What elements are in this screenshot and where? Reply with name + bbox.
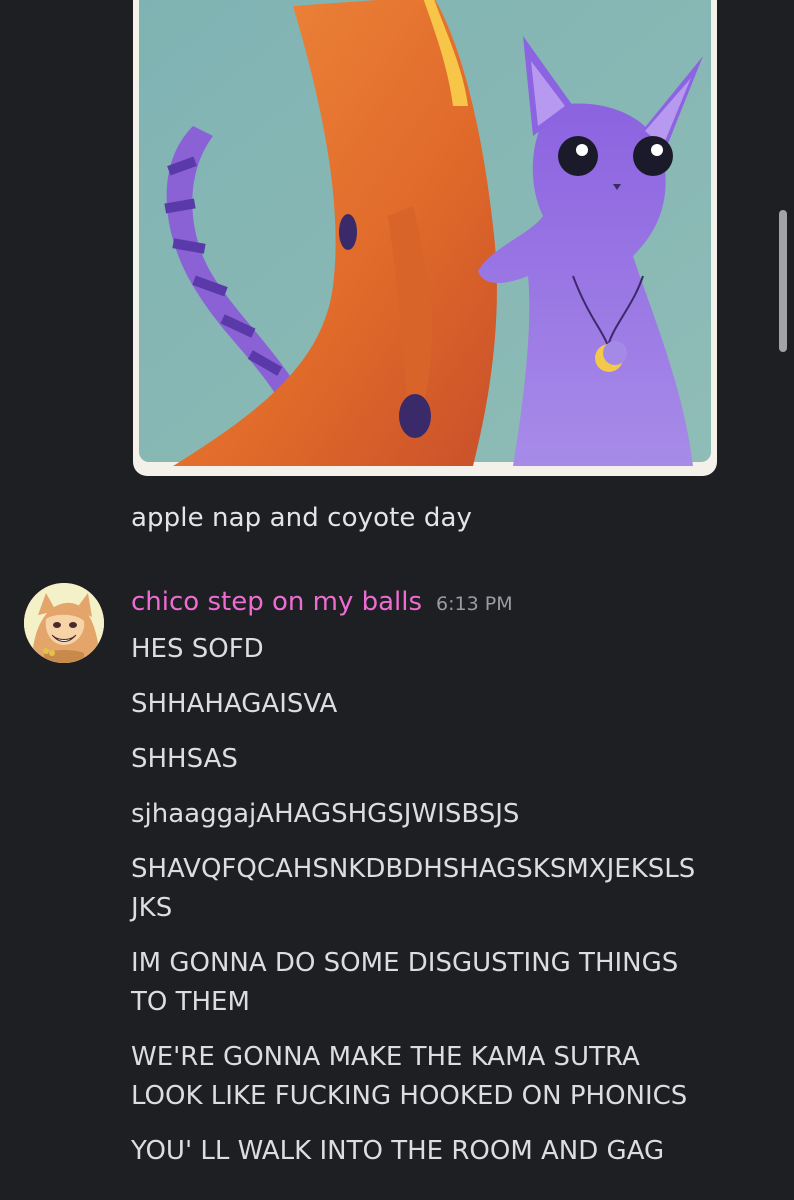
attachment-caption: apple nap and coyote day: [131, 503, 472, 533]
image-attachment[interactable]: [133, 0, 717, 476]
message-list: HES SOFD SHHAHAGAISVA SHHSAS sjhaaggajAH…: [131, 630, 771, 1187]
timestamp: 6:13 PM: [436, 593, 513, 615]
message-text[interactable]: WE'RE GONNA MAKE THE KAMA SUTRA LOOK LIK…: [131, 1038, 771, 1116]
message-text[interactable]: SHHSAS: [131, 740, 771, 779]
avatar[interactable]: [24, 583, 104, 663]
message-text[interactable]: SHAVQFQCAHSNKDBDHSHAGSKSMXJEKSLS JKS: [131, 850, 771, 928]
chat-view: apple nap and coyote day chico step on m…: [0, 0, 794, 1200]
artwork-image: [139, 0, 711, 466]
message-text[interactable]: SHHAHAGAISVA: [131, 685, 771, 724]
message-text[interactable]: HES SOFD: [131, 630, 771, 669]
avatar-image: [24, 583, 104, 663]
message-text[interactable]: IM GONNA DO SOME DISGUSTING THINGS TO TH…: [131, 944, 771, 1022]
message-text[interactable]: YOU' LL WALK INTO THE ROOM AND GAG: [131, 1132, 771, 1171]
scrollbar-thumb[interactable]: [779, 210, 787, 352]
message-text[interactable]: sjhaaggajAHAGSHGSJWISBSJS: [131, 795, 771, 834]
message-header: chico step on my balls 6:13 PM: [131, 587, 513, 617]
username[interactable]: chico step on my balls: [131, 587, 422, 617]
